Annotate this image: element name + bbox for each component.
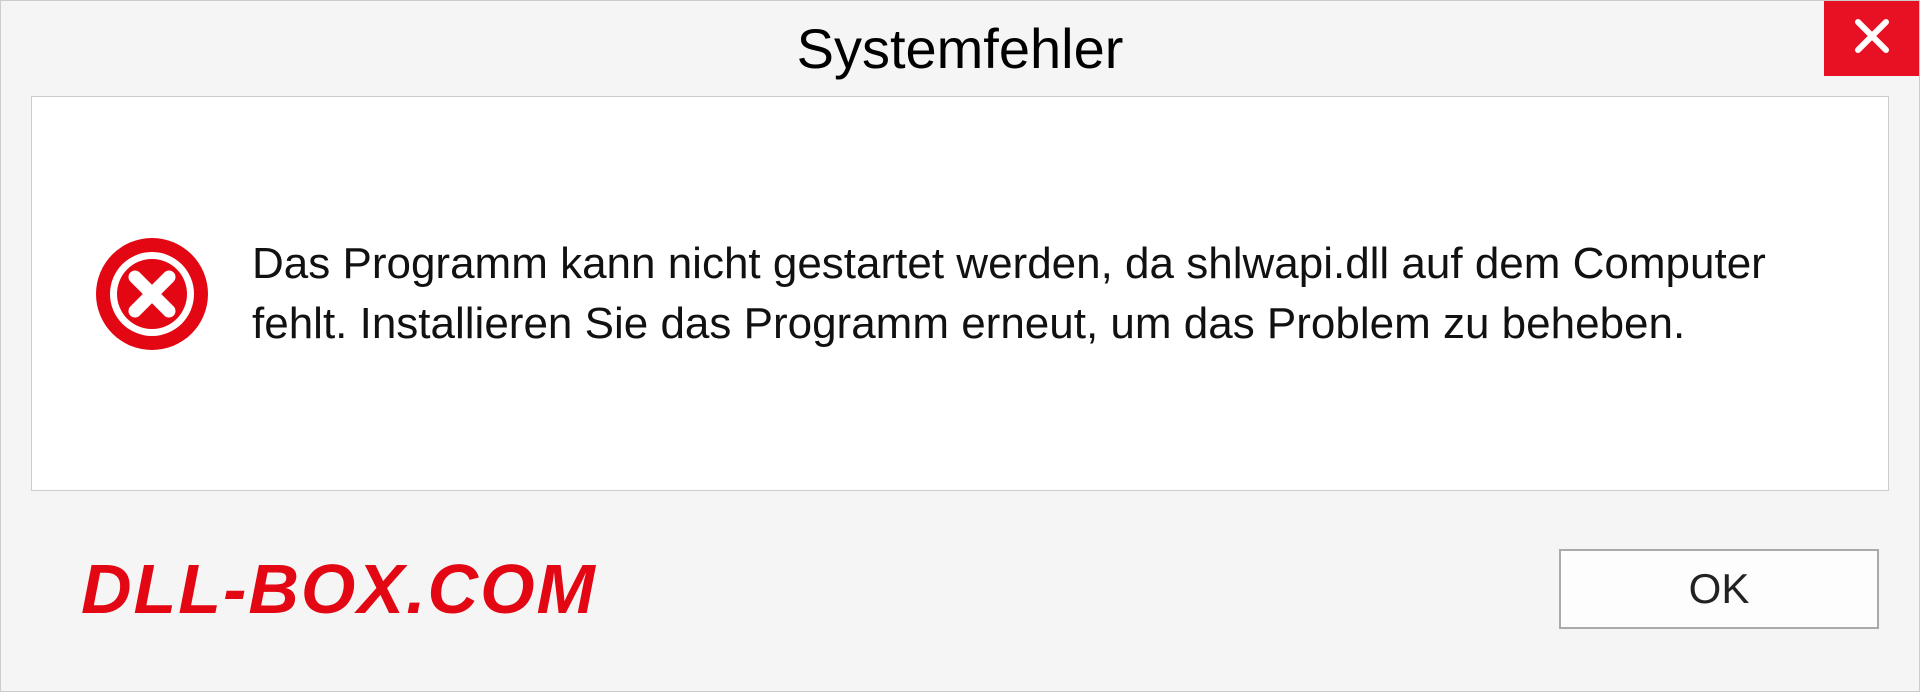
dialog-title: Systemfehler [797, 16, 1124, 81]
titlebar: Systemfehler [1, 1, 1919, 96]
message-panel: Das Programm kann nicht gestartet werden… [31, 96, 1889, 491]
watermark-text: DLL-BOX.COM [81, 549, 597, 629]
ok-button[interactable]: OK [1559, 549, 1879, 629]
error-message: Das Programm kann nicht gestartet werden… [252, 234, 1828, 353]
footer: DLL-BOX.COM OK [1, 491, 1919, 686]
error-icon [92, 234, 212, 354]
close-button[interactable] [1824, 1, 1919, 76]
close-icon [1852, 16, 1892, 61]
ok-button-label: OK [1689, 565, 1750, 613]
